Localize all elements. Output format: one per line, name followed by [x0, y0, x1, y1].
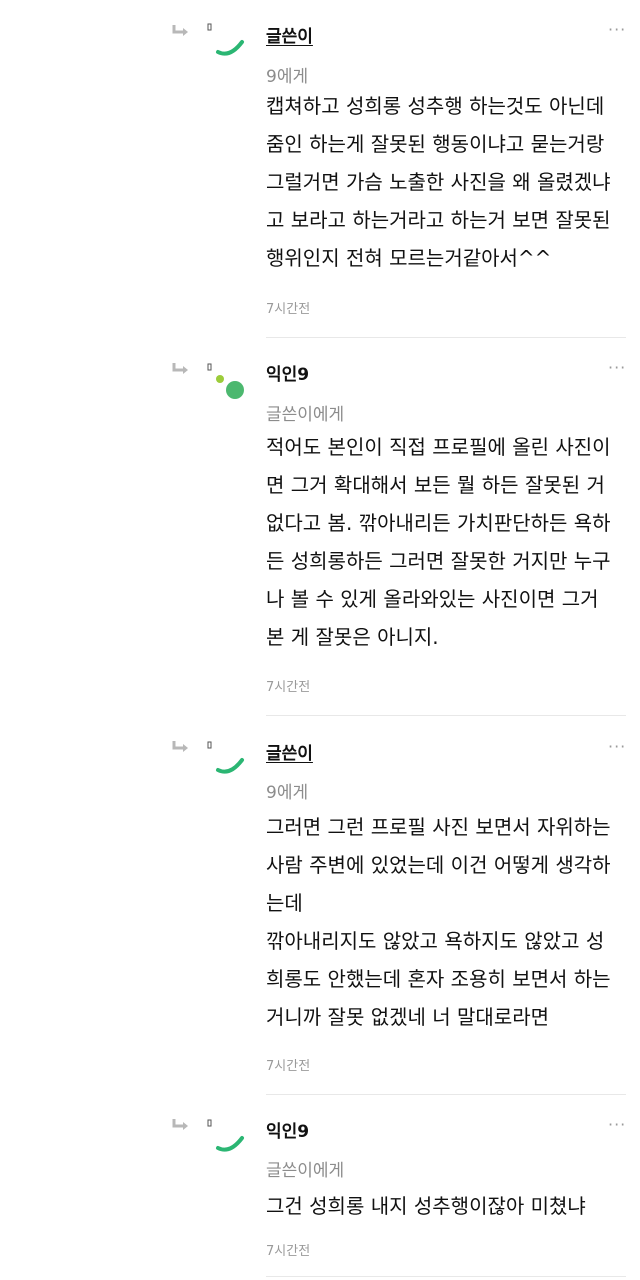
- comment-time: 7시간전: [266, 1244, 311, 1259]
- divider: [266, 337, 626, 338]
- more-options-icon[interactable]: ···: [608, 358, 626, 377]
- reply-target: 9에게: [266, 67, 309, 87]
- comment-text: 그러면 그런 프로필 사진 보면서 자위하는 사람 주변에 있었는데 이건 어떻…: [266, 815, 611, 1029]
- divider: [266, 715, 626, 716]
- comment-author[interactable]: 글쓴이: [266, 739, 313, 764]
- reply-target: 글쓴이에게: [266, 405, 345, 425]
- reply-arrow-icon: [172, 741, 188, 752]
- comment-text: 적어도 본인이 직접 프로필에 올린 사진이 면 그거 확대해서 보든 뭘 하든…: [266, 435, 611, 649]
- comment-author[interactable]: 글쓴이: [266, 22, 313, 47]
- comment-text: 그건 성희롱 내지 성추행이잖아 미쳤냐: [266, 1194, 586, 1218]
- divider: [266, 1094, 626, 1095]
- comment-time: 7시간전: [266, 680, 311, 695]
- avatar-icon: [207, 741, 244, 774]
- reply-arrow-icon: [172, 25, 188, 36]
- reply-arrow-icon: [172, 1119, 188, 1130]
- comment-text: 캡쳐하고 성희롱 성추행 하는것도 아닌데 줌인 하는게 잘못된 행동이냐고 묻…: [266, 94, 611, 270]
- more-options-icon[interactable]: ···: [608, 1115, 626, 1134]
- more-options-icon[interactable]: ···: [608, 737, 626, 756]
- divider: [266, 1276, 626, 1277]
- more-options-icon[interactable]: ···: [608, 20, 626, 39]
- reply-target: 글쓴이에게: [266, 1161, 345, 1181]
- avatar-icon: [207, 23, 244, 56]
- avatar-icon: [207, 1119, 244, 1152]
- comment-time: 7시간전: [266, 1059, 311, 1074]
- reply-target: 9에게: [266, 783, 309, 803]
- reply-arrow-icon: [172, 363, 188, 374]
- comment-time: 7시간전: [266, 302, 311, 317]
- avatar-icon: [207, 363, 244, 399]
- comment-author[interactable]: 익인9: [266, 360, 309, 385]
- comment-author[interactable]: 익인9: [266, 1117, 309, 1142]
